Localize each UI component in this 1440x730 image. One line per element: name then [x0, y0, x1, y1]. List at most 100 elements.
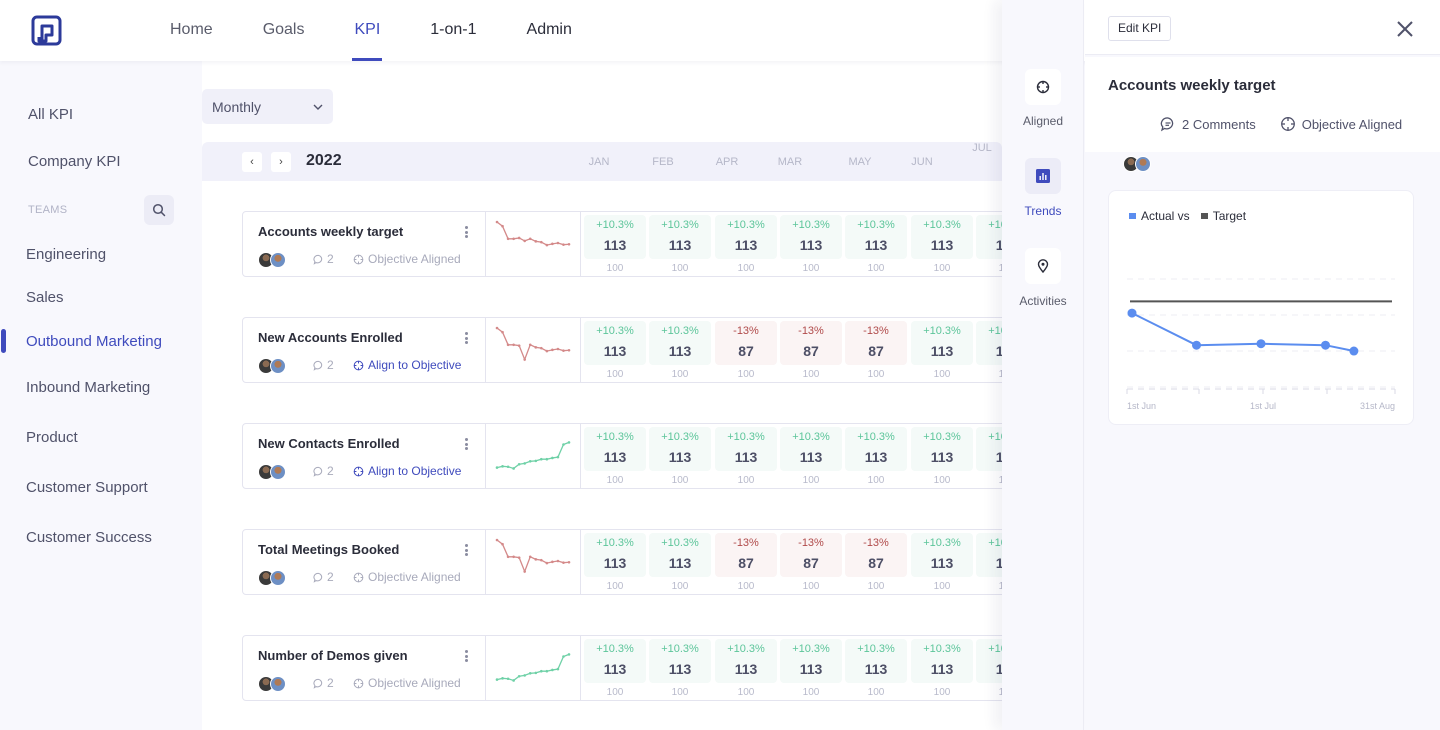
edit-kpi-button[interactable]: Edit KPI	[1108, 16, 1172, 41]
kpi-name[interactable]: Total Meetings Booked	[258, 542, 399, 557]
month-value-cell[interactable]: +10.3% 113	[911, 639, 973, 683]
month-value-cell[interactable]: +10.3% 113	[649, 321, 711, 365]
target-value: 100	[737, 475, 755, 486]
month-value-cell[interactable]: -13% 87	[780, 533, 842, 577]
kpi-row[interactable]: New Accounts Enrolled 2 Align to Objective…	[242, 317, 1038, 383]
actual-data-point[interactable]	[1127, 308, 1137, 318]
month-value-cell[interactable]: +10.3% 113	[649, 533, 711, 577]
month-value-cell[interactable]: +10.3% 113	[780, 215, 842, 259]
nav-tab-home[interactable]: Home	[170, 0, 213, 61]
objective-status[interactable]: Objective Aligned	[353, 252, 461, 266]
sidebar-item-all-kpi[interactable]: All KPI	[28, 106, 73, 123]
objective-status[interactable]: Objective Aligned	[353, 676, 461, 690]
panel-comments-link[interactable]: 2 Comments	[1160, 116, 1256, 132]
sparkline-point	[506, 465, 510, 469]
owner-avatars[interactable]	[258, 464, 288, 480]
month-value-cell[interactable]: -13% 87	[780, 321, 842, 365]
sidebar-team-inbound-marketing[interactable]: Inbound Marketing	[26, 379, 150, 396]
kpi-name[interactable]: Number of Demos given	[258, 648, 408, 663]
kpi-row[interactable]: Accounts weekly target 2 Objective Aligned…	[242, 211, 1038, 277]
month-value-cell[interactable]: -13% 87	[845, 321, 907, 365]
month-value-cell[interactable]: +10.3% 113	[649, 427, 711, 471]
sidebar-team-sales[interactable]: Sales	[26, 289, 64, 306]
trends-tab-button[interactable]	[1025, 158, 1061, 194]
sidebar-team-outbound-marketing[interactable]: Outbound Marketing	[26, 333, 162, 350]
month-value-cell[interactable]: +10.3% 113	[845, 215, 907, 259]
month-value-cell[interactable]: +10.3% 113	[715, 215, 777, 259]
comments-count: 2	[327, 252, 334, 266]
sidebar-team-customer-support[interactable]: Customer Support	[26, 479, 148, 496]
sidebar-item-company-kpi[interactable]: Company KPI	[28, 153, 121, 170]
actual-data-point[interactable]	[1321, 340, 1330, 350]
actual-data-point[interactable]	[1256, 339, 1266, 349]
kpi-row[interactable]: New Contacts Enrolled 2 Align to Objective…	[242, 423, 1038, 489]
month-value-cell[interactable]: +10.3% 113	[649, 639, 711, 683]
month-value-cell[interactable]: -13% 87	[715, 321, 777, 365]
month-value-cell[interactable]: +10.3% 113	[715, 639, 777, 683]
period-dropdown[interactable]: Monthly	[202, 89, 333, 124]
sidebar-team-product[interactable]: Product	[26, 429, 78, 446]
month-value-cell[interactable]: +10.3% 113	[584, 427, 646, 471]
more-options-icon[interactable]	[461, 648, 471, 664]
kpi-row[interactable]: Total Meetings Booked 2 Objective Aligned +…	[242, 529, 1038, 595]
comments-link[interactable]: 2	[313, 358, 334, 372]
month-value-cell[interactable]: +10.3% 113	[911, 321, 973, 365]
app-logo-icon[interactable]	[30, 15, 62, 47]
month-value-cell[interactable]: +10.3% 113	[584, 639, 646, 683]
month-value-cell[interactable]: +10.3% 113	[715, 427, 777, 471]
month-value-cell[interactable]: +10.3% 113	[649, 215, 711, 259]
kpi-name[interactable]: New Accounts Enrolled	[258, 330, 403, 345]
comments-link[interactable]: 2	[313, 676, 334, 690]
month-value-cell[interactable]: +10.3% 113	[584, 533, 646, 577]
owner-avatars[interactable]	[1123, 156, 1151, 172]
month-value-cell[interactable]: +10.3% 113	[780, 427, 842, 471]
owner-avatars[interactable]	[258, 570, 288, 586]
kpi-row[interactable]: Number of Demos given 2 Objective Aligned +…	[242, 635, 1038, 701]
owner-avatars[interactable]	[258, 252, 288, 268]
trends-tab-label[interactable]: Trends	[1002, 204, 1084, 218]
month-value-cell[interactable]: -13% 87	[715, 533, 777, 577]
teams-search-button[interactable]	[144, 195, 174, 225]
owner-avatars[interactable]	[258, 358, 288, 374]
activities-tab-button[interactable]	[1025, 248, 1061, 284]
more-options-icon[interactable]	[461, 436, 471, 452]
sidebar-team-engineering[interactable]: Engineering	[26, 246, 106, 263]
month-value-cell[interactable]: +10.3% 113	[584, 215, 646, 259]
previous-year-button[interactable]: ‹	[242, 152, 262, 172]
close-icon[interactable]	[1394, 18, 1416, 40]
next-year-button[interactable]: ›	[271, 152, 291, 172]
sidebar-team-customer-success[interactable]: Customer Success	[26, 529, 152, 546]
sparkline-point	[551, 560, 554, 564]
actual-value: 113	[799, 449, 823, 465]
more-options-icon[interactable]	[461, 330, 471, 346]
comments-link[interactable]: 2	[313, 252, 334, 266]
kpi-name[interactable]: Accounts weekly target	[258, 224, 403, 239]
month-value-cell[interactable]: +10.3% 113	[845, 427, 907, 471]
month-value-cell[interactable]: +10.3% 113	[845, 639, 907, 683]
align-to-objective-link[interactable]: Align to Objective	[353, 358, 461, 372]
month-value-cell[interactable]: +10.3% 113	[780, 639, 842, 683]
actual-data-point[interactable]	[1192, 340, 1201, 350]
nav-tab-goals[interactable]: Goals	[263, 0, 305, 61]
comments-link[interactable]: 2	[313, 570, 334, 584]
activities-tab-label[interactable]: Activities	[1002, 294, 1084, 308]
month-value-cell[interactable]: -13% 87	[845, 533, 907, 577]
align-to-objective-link[interactable]: Align to Objective	[353, 464, 461, 478]
comments-link[interactable]: 2	[313, 464, 334, 478]
nav-tab-1-on-1[interactable]: 1-on-1	[430, 0, 476, 61]
kpi-name[interactable]: New Contacts Enrolled	[258, 436, 400, 451]
aligned-tab-label[interactable]: Aligned	[1002, 114, 1084, 128]
objective-status[interactable]: Objective Aligned	[353, 570, 461, 584]
more-options-icon[interactable]	[461, 224, 471, 240]
month-value-cell[interactable]: +10.3% 113	[911, 533, 973, 577]
more-options-icon[interactable]	[461, 542, 471, 558]
panel-objective-status[interactable]: Objective Aligned	[1280, 116, 1402, 132]
month-value-cell[interactable]: +10.3% 113	[911, 427, 973, 471]
aligned-tab-button[interactable]	[1025, 69, 1061, 105]
month-value-cell[interactable]: +10.3% 113	[584, 321, 646, 365]
month-value-cell[interactable]: +10.3% 113	[911, 215, 973, 259]
nav-tab-admin[interactable]: Admin	[527, 0, 572, 61]
actual-data-point[interactable]	[1349, 346, 1359, 356]
nav-tab-kpi[interactable]: KPI	[352, 0, 383, 61]
owner-avatars[interactable]	[258, 676, 288, 692]
